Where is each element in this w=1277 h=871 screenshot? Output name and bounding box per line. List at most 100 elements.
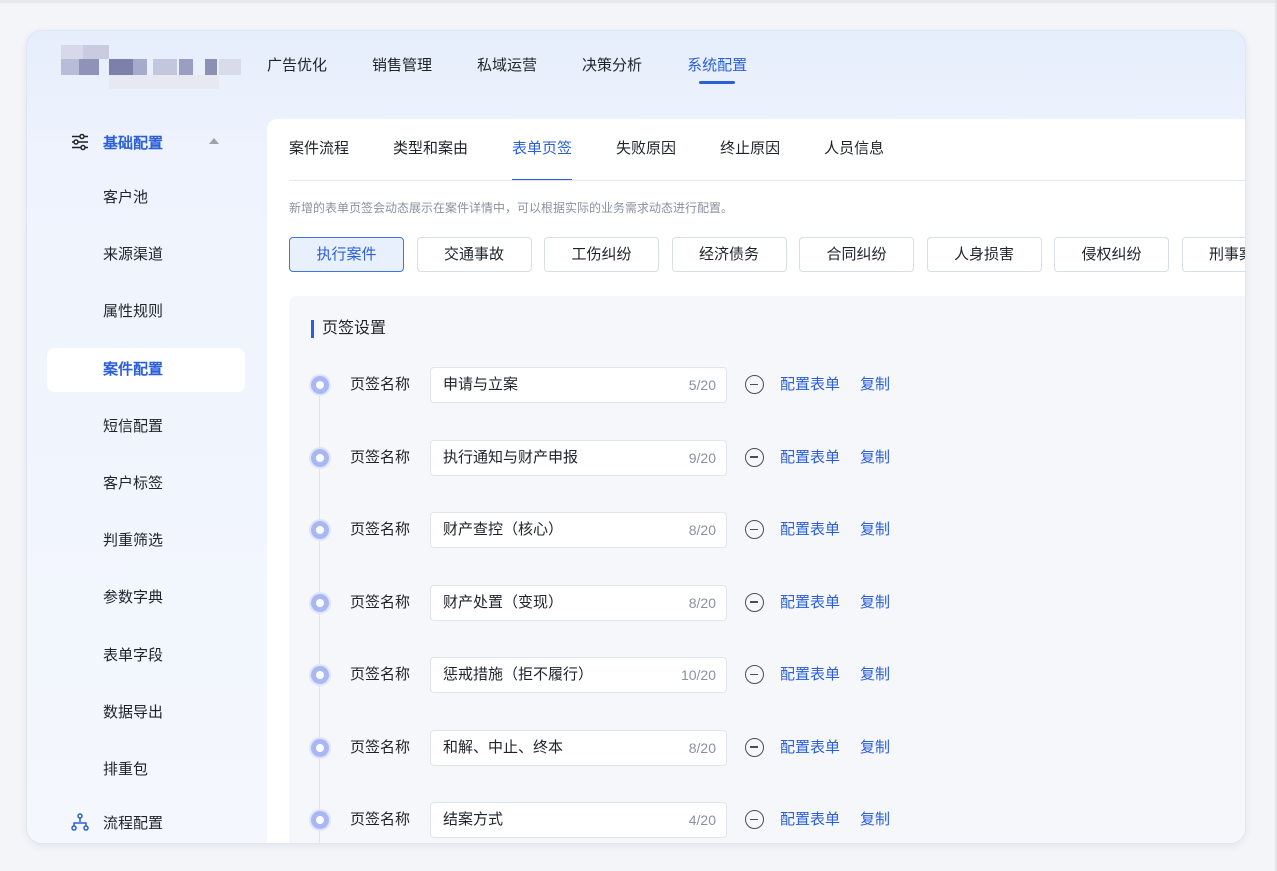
config-form-link[interactable]: 配置表单 [780,802,840,838]
input-value: 财产处置（变现） [443,593,564,611]
input-value: 惩戒措施（拒不履行） [443,666,594,683]
sidebar-item-attribute-rules[interactable]: 属性规则 [47,290,245,334]
copy-link[interactable]: 复制 [860,585,890,621]
char-counter: 8/20 [688,594,716,611]
sidebar-item-param-dict[interactable]: 参数字典 [47,576,245,620]
sidebar-item-data-export[interactable]: 数据导出 [47,691,245,735]
main-panel: 案件流程 类型和案由 表单页签 失败原因 终止原因 人员信息 新增的表单页签会动… [267,119,1245,843]
char-counter: 5/20 [688,377,716,393]
tab-row: 页签名称 和解、中止、终本 8/20 配置表单 复制 [311,729,951,766]
input-value: 和解、中止、终本 [443,738,564,756]
hint-text: 新增的表单页签会动态展示在案件详情中，可以根据实际的业务需求动态进行配置。 [289,201,734,215]
chip-economic-debt[interactable]: 经济债务 [671,237,787,272]
input-value: 财产查控（核心） [443,521,564,538]
chip-work-injury[interactable]: 工伤纠纷 [544,237,659,272]
row-label: 页签名称 [350,521,411,538]
chip-execution-case[interactable]: 执行案件 [289,237,404,272]
chip-criminal-case[interactable]: 刑事案件 [1181,237,1245,272]
app-window: 广告优化 销售管理 私域运营 决策分析 系统配置 基础配置 客户池 来源渠道 属… [26,30,1246,844]
row-label: 页签名称 [350,593,411,611]
tab-termination-reasons[interactable]: 终止原因 [720,119,780,181]
chip-contract-dispute[interactable]: 合同纠纷 [799,237,914,272]
topnav-ads[interactable]: 广告优化 [267,31,327,101]
tab-form-tabs[interactable]: 表单页签 [512,119,573,181]
sidebar-item-form-fields[interactable]: 表单字段 [47,634,245,678]
tab-case-flow[interactable]: 案件流程 [289,119,349,181]
remove-circle-icon[interactable] [745,447,764,467]
tab-row: 页签名称 财产处置（变现） 8/20 配置表单 复制 [311,584,951,621]
timeline-dot-icon [311,666,329,684]
sidebar-group-label: 基础配置 [103,134,164,152]
logo-blurred [49,43,244,91]
config-form-link[interactable]: 配置表单 [780,367,840,403]
char-counter: 10/20 [680,667,716,683]
tab-row: 页签名称 结案方式 4/20 配置表单 复制 [311,802,951,838]
section-title: 页签设置 [311,320,386,338]
config-form-link[interactable]: 配置表单 [780,730,840,766]
sidebar-item-customer-pool[interactable]: 客户池 [47,176,245,220]
tab-name-input[interactable]: 结案方式 4/20 [430,802,727,838]
tab-name-input[interactable]: 申请与立案 5/20 [430,367,727,403]
row-label: 页签名称 [350,666,411,683]
tab-row: 页签名称 财产查控（核心） 8/20 配置表单 复制 [311,512,951,548]
copy-link[interactable]: 复制 [860,730,890,766]
sidebar-item-dedup-package[interactable]: 排重包 [47,748,245,792]
copy-link[interactable]: 复制 [860,802,890,838]
copy-link[interactable]: 复制 [860,657,890,693]
sub-tabs: 案件流程 类型和案由 表单页签 失败原因 终止原因 人员信息 [289,119,928,181]
top-border [0,0,1277,3]
timeline-dot-icon [311,448,329,467]
input-value: 结案方式 [443,811,504,828]
sidebar-item-case-config[interactable]: 案件配置 [47,347,245,392]
chip-personal-injury[interactable]: 人身损害 [926,237,1042,272]
row-label: 页签名称 [350,738,411,756]
copy-link[interactable]: 复制 [860,440,890,476]
sidebar-item-source-channel[interactable]: 来源渠道 [47,233,245,277]
char-counter: 9/20 [688,449,716,466]
topnav-sales[interactable]: 销售管理 [372,31,432,101]
copy-link[interactable]: 复制 [860,512,890,548]
tab-name-input[interactable]: 和解、中止、终本 8/20 [430,729,727,766]
remove-circle-icon[interactable] [745,810,764,829]
sidebar-item-sms-config[interactable]: 短信配置 [47,405,245,449]
caret-up-icon[interactable] [209,138,219,144]
tab-name-input[interactable]: 执行通知与财产申报 9/20 [430,439,727,476]
remove-circle-icon[interactable] [745,665,764,684]
remove-circle-icon[interactable] [745,375,764,394]
tab-name-input[interactable]: 财产查控（核心） 8/20 [430,512,727,548]
remove-circle-icon[interactable] [745,737,764,757]
row-label: 页签名称 [350,376,411,393]
chip-traffic-accident[interactable]: 交通事故 [416,237,532,272]
timeline-dot-icon [311,738,329,757]
config-form-link[interactable]: 配置表单 [780,657,840,693]
chip-tort-dispute[interactable]: 侵权纠纷 [1054,237,1169,272]
tab-settings-panel: 页签设置 页签名称 申请与立案 5/20 配置表单 复制 页签名称 执行通知与财… [289,296,1245,843]
timeline-dot-icon [311,521,329,539]
tab-name-input[interactable]: 财产处置（变现） 8/20 [430,584,727,621]
timeline-dot-icon [311,376,329,394]
sidebar-group-label: 流程配置 [103,814,164,832]
topnav-system-config[interactable]: 系统配置 [687,31,747,101]
config-form-link[interactable]: 配置表单 [780,512,840,548]
tabs-divider [289,180,1245,181]
topnav-private-domain[interactable]: 私域运营 [477,31,537,101]
tab-name-input[interactable]: 惩戒措施（拒不履行） 10/20 [430,657,727,693]
tab-type-and-cause[interactable]: 类型和案由 [393,119,468,181]
topnav-analytics[interactable]: 决策分析 [582,31,642,101]
timeline-dot-icon [311,593,329,612]
tab-failure-reasons[interactable]: 失败原因 [616,119,676,181]
remove-circle-icon[interactable] [745,520,764,539]
sidebar-group-basic-config[interactable]: 基础配置 [27,119,267,165]
char-counter: 8/20 [688,739,716,756]
tab-row: 页签名称 惩戒措施（拒不履行） 10/20 配置表单 复制 [311,657,951,693]
tab-staff-info[interactable]: 人员信息 [824,119,884,181]
sidebar-item-dedup-filter[interactable]: 判重筛选 [47,519,245,563]
sidebar-item-customer-tags[interactable]: 客户标签 [47,462,245,506]
top-nav: 广告优化 销售管理 私域运营 决策分析 系统配置 [267,31,792,101]
remove-circle-icon[interactable] [745,592,764,612]
copy-link[interactable]: 复制 [860,367,890,403]
config-form-link[interactable]: 配置表单 [780,440,840,476]
config-form-link[interactable]: 配置表单 [780,585,840,621]
sidebar-group-flow-config[interactable]: 流程配置 [27,799,267,843]
sliders-icon [71,133,89,151]
